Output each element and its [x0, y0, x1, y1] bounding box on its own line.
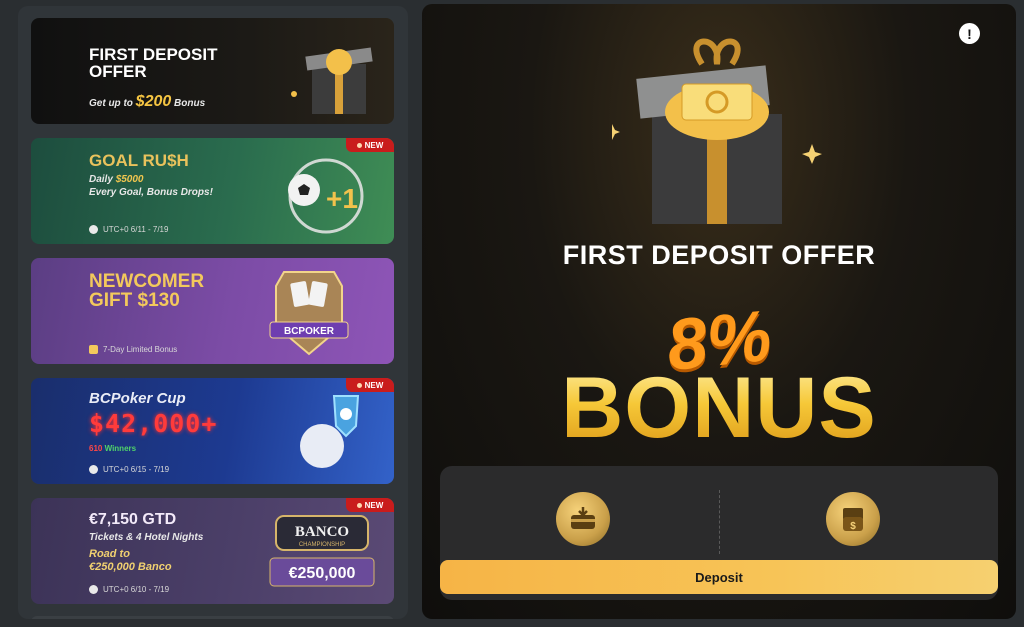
svg-text:€250,000: €250,000 — [289, 565, 356, 582]
promo-first-deposit[interactable]: FIRST DEPOSIT OFFER Get up to $200 Bonus — [31, 18, 394, 124]
promo-title: NEWCOMER GIFT $130 — [89, 271, 205, 311]
promo-subtitle: Daily $5000 Every Goal, Bonus Drops! — [89, 174, 213, 198]
clock-icon — [89, 585, 98, 594]
svg-text:CHAMPIONSHIP: CHAMPIONSHIP — [299, 542, 345, 548]
promo-list[interactable]: FIRST DEPOSIT OFFER Get up to $200 Bonus… — [18, 6, 408, 619]
promo-dates: UTC+0 6/10 - 7/19 — [89, 585, 169, 594]
promo-title: FIRST DEPOSIT OFFER — [89, 45, 218, 81]
info-icon[interactable]: ! — [959, 23, 980, 44]
bonus-label: BONUS — [422, 359, 1016, 458]
promo-list-next-item[interactable] — [31, 616, 394, 619]
banco-emblem-icon: BANCO CHAMPIONSHIP €250,000 — [269, 515, 375, 587]
promo-title: €7,150 GTD — [89, 511, 177, 528]
divider — [719, 490, 720, 554]
clock-icon — [89, 225, 98, 234]
app-root: FIRST DEPOSIT OFFER Get up to $200 Bonus… — [0, 0, 1024, 627]
promo-subtitle: Get up to $200 Bonus — [89, 93, 206, 110]
gift-box-icon — [291, 47, 373, 114]
promo-bcpoker-cup[interactable]: NEW BCPoker Cup $42,000+ 610 Winners UTC… — [31, 378, 394, 484]
svg-text:BCPOKER: BCPOKER — [284, 326, 335, 337]
poker-shield-icon: BCPOKER — [269, 271, 349, 356]
offer-panel: ! FIRST DEPOSIT OFFER 8% BONUS $ Deposit — [422, 4, 1016, 619]
promo-newcomer-gift[interactable]: NEWCOMER GIFT $130 7-Day Limited Bonus B… — [31, 258, 394, 364]
wallet-deposit-icon — [556, 492, 610, 546]
promo-dates: 7-Day Limited Bonus — [89, 345, 177, 354]
soccer-ball-icon: +1 — [288, 158, 364, 234]
money-bonus-icon: $ — [826, 492, 880, 546]
offer-title: FIRST DEPOSIT OFFER — [562, 240, 876, 270]
svg-text:$: $ — [850, 521, 856, 532]
promo-dates: UTC+0 6/15 - 7/19 — [89, 465, 169, 474]
svg-text:+1: +1 — [326, 183, 358, 214]
prize-pool: $42,000+ — [89, 409, 218, 438]
promo-title: BCPoker Cup — [89, 390, 186, 407]
promo-banco-championship[interactable]: NEW €7,150 GTD Tickets & 4 Hotel Nights … — [31, 498, 394, 604]
promo-subtitle-secondary: Road to €250,000 Banco — [89, 548, 172, 574]
promo-title: GOAL RU$H — [89, 151, 189, 170]
clock-icon — [89, 465, 98, 474]
promo-subtitle: Tickets & 4 Hotel Nights — [89, 532, 204, 543]
trophy-icon — [300, 395, 360, 468]
svg-text:BANCO: BANCO — [295, 524, 349, 540]
gift-icon — [89, 345, 98, 354]
gift-box-hero-icon — [612, 38, 822, 224]
deposit-button[interactable]: Deposit — [440, 560, 998, 594]
promo-dates: UTC+0 6/11 - 7/19 — [89, 225, 168, 234]
winners-count: 610 Winners — [89, 444, 137, 453]
deposit-action-card: $ Deposit — [440, 466, 998, 600]
promo-goal-rush[interactable]: NEW GOAL RU$H Daily $5000 Every Goal, Bo… — [31, 138, 394, 244]
